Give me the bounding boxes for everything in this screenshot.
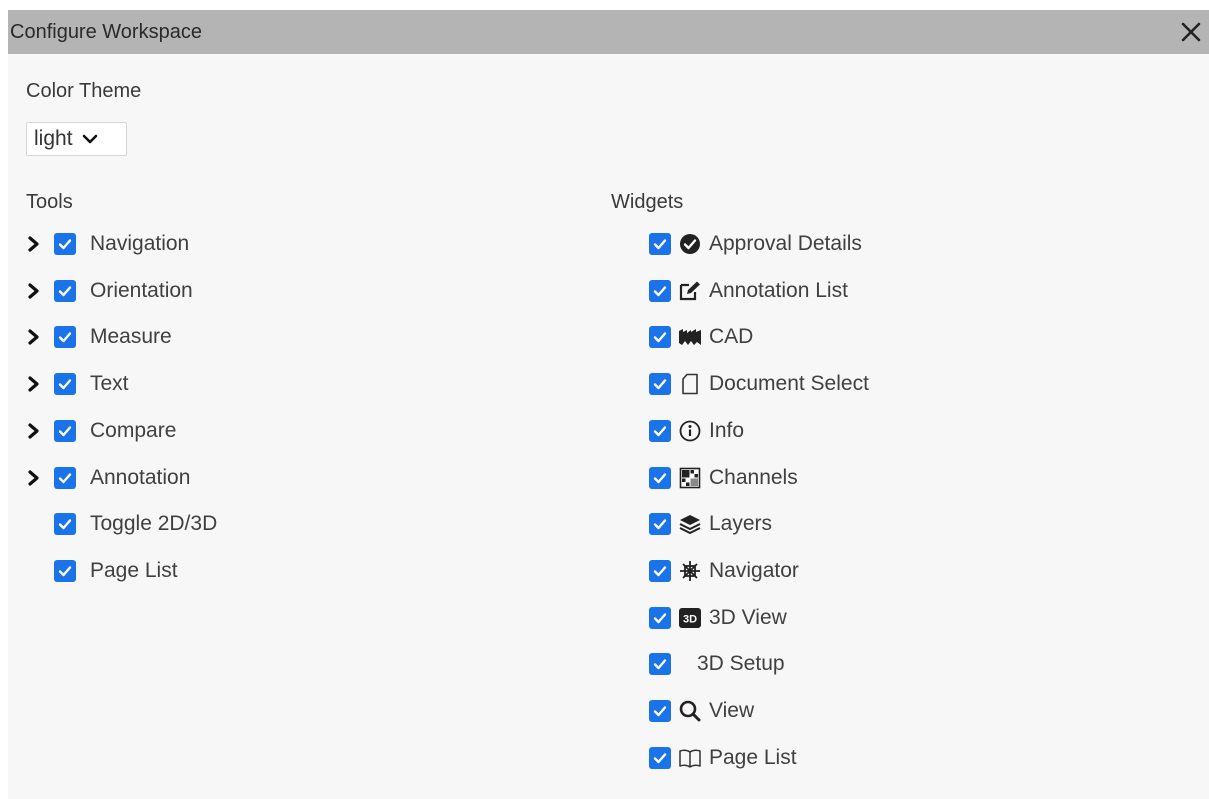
tool-label: Measure [90, 325, 172, 349]
tool-checkbox[interactable] [54, 513, 76, 536]
layers-icon [677, 512, 703, 536]
widget-row: Layers [649, 510, 772, 538]
tool-checkbox[interactable] [54, 326, 76, 349]
tool-checkbox[interactable] [54, 233, 76, 255]
widgets-header: Widgets [611, 191, 684, 213]
widget-checkbox[interactable] [649, 559, 671, 582]
chevron-down-icon [82, 134, 97, 144]
tool-checkbox[interactable] [54, 419, 76, 442]
widget-checkbox[interactable] [649, 653, 671, 676]
tool-label: Toggle 2D/3D [90, 512, 218, 536]
close-icon [1181, 22, 1201, 42]
check-circle-icon [677, 232, 703, 256]
color-theme-select[interactable]: light [26, 122, 127, 156]
widget-checkbox[interactable] [649, 373, 671, 396]
widget-checkbox[interactable] [649, 606, 671, 629]
expander-spacer [26, 510, 54, 538]
tool-row: Compare [26, 417, 176, 445]
expand-chevron-icon[interactable] [26, 370, 54, 398]
widget-checkbox[interactable] [649, 233, 671, 255]
channels-icon [677, 466, 703, 490]
widget-label: Layers [709, 512, 773, 536]
svg-text:3D: 3D [683, 613, 697, 625]
widget-label: Annotation List [709, 278, 848, 302]
widget-row: Annotation List [649, 277, 848, 305]
tool-row: Annotation [26, 464, 190, 492]
widget-label: Channels [709, 465, 798, 489]
tool-checkbox[interactable] [54, 466, 76, 489]
tool-row: Page List [26, 557, 178, 585]
icon-spacer [677, 652, 691, 676]
widget-label: Document Select [709, 372, 869, 396]
tool-label: Compare [90, 418, 177, 442]
expand-chevron-icon[interactable] [26, 323, 54, 351]
expander-spacer [26, 557, 54, 585]
widget-row: 3D Setup [649, 650, 785, 678]
tool-checkbox[interactable] [54, 279, 76, 302]
widget-label: Approval Details [709, 232, 862, 255]
widget-checkbox[interactable] [649, 466, 671, 489]
edit-icon [677, 279, 703, 303]
tool-checkbox[interactable] [54, 373, 76, 396]
expand-chevron-icon[interactable] [26, 230, 54, 258]
tool-label: Annotation [90, 465, 191, 489]
document-icon [677, 372, 703, 396]
navigator-icon [677, 559, 703, 583]
widget-label: Navigator [709, 558, 799, 582]
3d-icon: 3D [677, 606, 703, 630]
widget-checkbox[interactable] [649, 746, 671, 769]
book-icon [677, 746, 703, 770]
expand-chevron-icon[interactable] [26, 417, 54, 445]
color-theme-label: Color Theme [26, 80, 142, 102]
widget-label: Info [709, 418, 745, 442]
widget-checkbox[interactable] [649, 326, 671, 349]
widget-checkbox[interactable] [649, 279, 671, 302]
widget-row: CAD [649, 323, 753, 351]
tool-label: Page List [90, 558, 178, 582]
widget-label: View [709, 699, 755, 722]
tool-row: Measure [26, 323, 172, 351]
widget-row: View [649, 697, 754, 725]
widget-label: CAD [709, 325, 754, 349]
close-button[interactable] [1179, 20, 1203, 44]
widget-label: Page List [709, 745, 797, 769]
widget-row: Document Select [649, 370, 869, 398]
search-icon [677, 699, 703, 723]
expand-chevron-icon[interactable] [26, 464, 54, 492]
dialog-titlebar: Configure Workspace [8, 10, 1209, 54]
cad-icon [677, 325, 703, 349]
tool-label: Navigation [90, 232, 190, 255]
widget-checkbox[interactable] [649, 700, 671, 722]
widget-row: Navigator [649, 557, 799, 585]
color-theme-value: light [34, 127, 73, 150]
widget-checkbox[interactable] [649, 419, 671, 442]
widget-row: Page List [649, 744, 797, 772]
configure-workspace-dialog: Configure Workspace Color Theme light To… [8, 10, 1209, 799]
widget-row: Channels [649, 464, 798, 492]
widget-label: 3D Setup [697, 652, 785, 676]
widget-row: Info [649, 417, 744, 445]
tool-row: Orientation [26, 277, 193, 305]
widget-row: 3D 3D View [649, 604, 787, 632]
info-icon [677, 419, 703, 443]
tool-label: Text [90, 372, 129, 396]
tools-header: Tools [26, 191, 73, 213]
tool-checkbox[interactable] [54, 559, 76, 582]
expand-chevron-icon[interactable] [26, 277, 54, 305]
tool-label: Orientation [90, 278, 193, 302]
widget-checkbox[interactable] [649, 513, 671, 536]
tool-row: Text [26, 370, 129, 398]
tool-row: Navigation [26, 230, 189, 258]
widget-row: Approval Details [649, 230, 862, 258]
tool-row: Toggle 2D/3D [26, 510, 217, 538]
widget-label: 3D View [709, 605, 787, 629]
dialog-title: Configure Workspace [10, 21, 202, 43]
